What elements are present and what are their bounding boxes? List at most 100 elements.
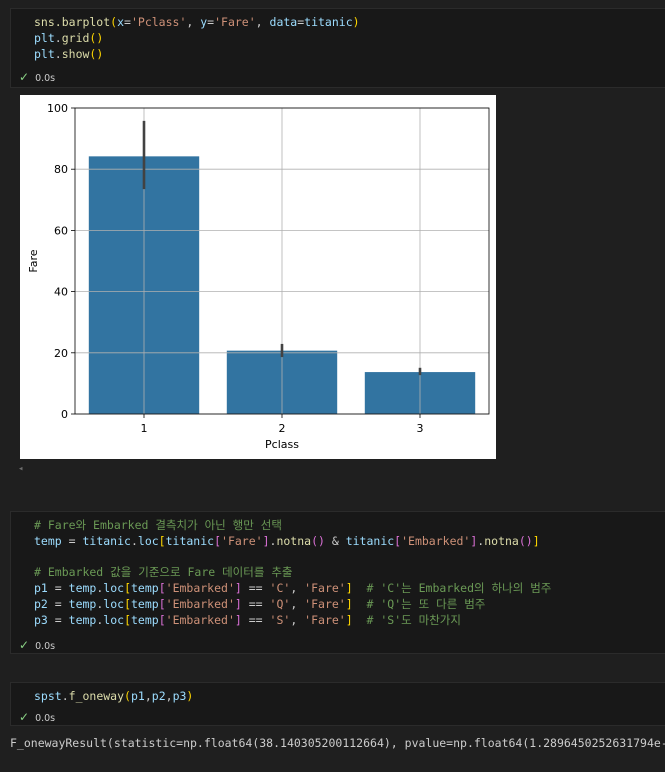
code-token: 'Pclass' [130,15,187,29]
check-icon: ✓ [19,638,30,652]
code-token: 'Embarked' [165,581,235,596]
y-tick-label: 60 [54,224,68,237]
code-token: () [89,30,104,45]
code-token: x [117,15,125,29]
code-token: loc [103,581,125,596]
code-token: 'C' [269,581,291,596]
code-token: 'Fare' [221,533,263,548]
code-token: grid [61,30,90,45]
code-token: ] [234,581,242,596]
code-editor[interactable]: # Fare와 Embarked 결측치가 아닌 행만 선택 temp = tit… [11,512,665,629]
code-token: , [255,15,270,29]
y-tick-label: 20 [54,347,68,360]
code-token: 'Fare' [304,596,346,611]
code-cell-1[interactable]: sns.barplot(x='Pclass', y='Fare', data=t… [10,8,665,88]
code-line[interactable]: spst.f_oneway(p1,p2,p3) [34,689,665,705]
code-token: titanic [82,533,131,548]
code-token: 'Embarked' [165,596,235,611]
code-token: ] [234,596,242,611]
code-token: # 'C'는 Embarked의 하나의 범주 [366,581,552,596]
code-line[interactable] [34,550,665,566]
code-token: notna [484,533,519,548]
y-tick-label: 80 [54,163,68,176]
code-editor[interactable]: sns.barplot(x='Pclass', y='Fare', data=t… [11,9,665,62]
code-token: plt [34,30,55,45]
code-token: 'Fare' [214,15,256,29]
code-token: temp [68,612,97,627]
code-token: 'Embarked' [401,533,471,548]
code-token: f_oneway [68,689,125,703]
check-icon: ✓ [19,710,30,724]
y-tick-label: 100 [47,102,68,115]
execution-time: 0.0s [35,713,56,724]
code-token: [ [158,612,166,627]
code-token: . [61,689,69,703]
code-token: titanic [165,533,215,548]
x-axis-label: Pclass [265,438,299,451]
code-token: == [241,612,270,627]
code-token: () [89,46,104,61]
code-token: plt [34,46,55,61]
code-line[interactable]: # Fare와 Embarked 결측치가 아닌 행만 선택 [34,518,665,534]
cell-output-text: F_onewayResult(statistic=np.float64(38.1… [10,736,665,750]
y-axis-label: Fare [27,249,40,272]
code-line[interactable]: p2 = temp.loc[temp['Embarked'] == 'Q', '… [34,597,665,613]
code-token: sns.barplot [34,15,111,29]
code-token: temp [131,581,159,596]
code-token: , [144,689,152,703]
code-token: , [290,581,305,596]
code-token: p1 [34,581,48,596]
code-token: 'Fare' [304,612,346,627]
x-tick-label: 1 [141,422,148,435]
code-token: p2 [151,689,166,703]
code-token: # Fare와 Embarked 결측치가 아닌 행만 선택 [34,518,282,532]
code-token: , [186,15,201,29]
execution-status: ✓ 0.0s [19,710,55,724]
code-token: [ [124,581,131,596]
execution-status: ✓ 0.0s [19,638,55,652]
code-token: p3 [172,689,187,703]
check-icon: ✓ [19,70,30,84]
code-token: temp [131,596,159,611]
code-token: # 'Q'는 또 다른 범주 [366,596,486,611]
code-line[interactable]: # Embarked 값을 기준으로 Fare 데이터를 추출 [34,565,665,581]
code-token: [ [124,612,131,627]
code-cell-3[interactable]: spst.f_oneway(p1,p2,p3) ✓ 0.0s [10,682,665,726]
chart-output: 0 20 40 60 80 100 1 2 3 Pclass Fare [20,95,496,459]
code-token: p1 [130,689,145,703]
execution-status: ✓ 0.0s [19,70,55,84]
code-token: titanic [345,533,395,548]
code-line[interactable]: p3 = temp.loc[temp['Embarked'] == 'S', '… [34,613,665,629]
code-line[interactable]: temp = titanic.loc[titanic['Fare'].notna… [34,534,665,550]
code-token: [ [124,596,131,611]
code-token: = [61,533,83,548]
code-token: 'Q' [269,596,291,611]
code-token: show [61,46,90,61]
code-token: spst [34,689,62,703]
code-token: () [518,533,533,548]
code-token: = [47,581,69,596]
code-token: [ [158,533,166,548]
code-token: data [269,15,298,29]
code-line[interactable]: plt.show() [34,47,665,63]
code-token: . [130,533,138,548]
code-cell-2[interactable]: # Fare와 Embarked 결측치가 아닌 행만 선택 temp = tit… [10,511,665,654]
code-editor[interactable]: spst.f_oneway(p1,p2,p3) [11,683,665,705]
scroll-left-icon[interactable]: ◂ [18,464,23,474]
code-line[interactable]: p1 = temp.loc[temp['Embarked'] == 'C', '… [34,581,665,597]
code-token: temp [34,533,62,548]
code-token: ] [262,533,270,548]
code-token: [ [158,581,166,596]
code-token: loc [103,596,125,611]
code-token: [ [214,533,222,548]
y-tick-label: 40 [54,286,68,299]
x-tick-label: 2 [279,422,286,435]
code-line[interactable]: plt.grid() [34,31,665,47]
code-token: ] [345,581,353,596]
code-token: = [47,596,69,611]
code-token: , [290,596,305,611]
code-token: notna [276,533,312,548]
code-line[interactable]: sns.barplot(x='Pclass', y='Fare', data=t… [34,15,665,31]
